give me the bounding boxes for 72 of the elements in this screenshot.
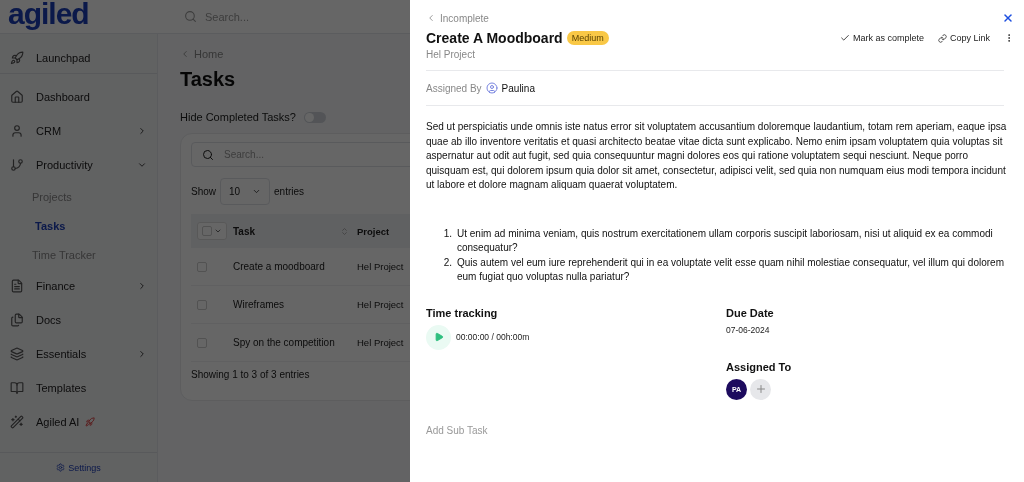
sidebar-item[interactable]: CRM	[36, 125, 62, 137]
play-button[interactable]	[426, 324, 451, 350]
close-button[interactable]	[1002, 12, 1014, 24]
sidebar-item[interactable]: Dashboard	[36, 91, 90, 103]
table-footer-text: Showing 1 to 3 of 3 entries	[191, 369, 310, 380]
play-icon	[433, 332, 444, 342]
avatar-icon	[485, 82, 498, 94]
assignee-name: Paulina	[501, 82, 535, 94]
page-size-select[interactable]: 10	[220, 178, 270, 205]
settings-icon	[56, 463, 66, 472]
section-title: Time tracking	[426, 306, 498, 319]
table-cell: Spy on the competition	[233, 337, 335, 348]
person-icon	[10, 124, 24, 138]
add-assignee-button[interactable]	[750, 378, 771, 400]
book-icon	[10, 381, 24, 395]
mark-complete-button[interactable]: Mark as complete	[839, 33, 924, 43]
select-all-checkbox[interactable]	[197, 222, 227, 240]
assigned-by-label: Assigned By	[426, 82, 482, 94]
rocket-icon	[10, 50, 24, 65]
sidebar-item[interactable]: Templates	[36, 382, 87, 394]
back-link[interactable]: Incomplete	[440, 12, 489, 24]
sidebar-item[interactable]: Essentials	[36, 348, 87, 360]
column-header[interactable]: Project	[357, 225, 390, 237]
table-cell: Create a moodboard	[233, 261, 325, 272]
page-title: Tasks	[180, 68, 236, 91]
time-text: 00:00:00 / 00h:00m	[456, 332, 530, 342]
table-cell: Hel Project	[357, 299, 404, 310]
table-cell: Wireframes	[233, 299, 285, 310]
priority-badge: Medium	[566, 31, 609, 45]
column-header[interactable]: Task	[233, 225, 256, 237]
settings-link[interactable]: Settings	[68, 462, 101, 473]
project-name: Hel Project	[426, 49, 1004, 71]
branch-icon	[10, 158, 24, 172]
sidebar-item[interactable]: Finance	[36, 280, 76, 292]
list-marker: 2.	[442, 255, 452, 270]
entries-label: entries	[274, 186, 305, 197]
sidebar-subitem[interactable]: Tasks	[0, 211, 157, 240]
link-icon	[937, 33, 947, 43]
sidebar-item[interactable]: Docs	[36, 314, 62, 326]
sidebar-item[interactable]: Launchpad	[36, 51, 91, 64]
house-icon	[10, 90, 24, 104]
document-icon	[10, 279, 24, 293]
caret-icon	[214, 227, 222, 235]
description-text: Sed ut perspiciatis unde omnis iste natus error sit voluptatem accusantium doloremque laudantium, totam rem aperiam, eaque ipsa quae ab illo inventore veritatis et quasi architecto beatae vitae dicta sunt explicabo. Nemo enim ipsam voluptatem quia voluptas sit aspernatur aut odit aut fugit, sed quia consequuntur magni dolores eos qui ratione voluptatem sequi nesciunt. Neque porro quisquam est, qui dolorem ipsum quia dolor sit amet, consectetur, adipisci velit, sed quia non numquam eius modi tempora incidunt ut labore et dolore magnam aliquam quaerat voluptatem.	[426, 120, 1008, 192]
list-item: Ut enim ad minima veniam, quis nostrum exercitationem ullam corporis suscipit laboriosam, nisi ut aliquid ex ea commodi consequatur?	[457, 226, 994, 255]
rocket-icon	[85, 417, 96, 427]
check-icon	[839, 33, 850, 43]
plus-icon	[754, 383, 767, 395]
sidebar-item[interactable]: Agiled AI	[36, 416, 80, 428]
magic-wand-icon	[10, 415, 24, 429]
table-cell: Hel Project	[357, 337, 404, 348]
table-cell: Hel Project	[357, 261, 404, 272]
sidebar-item[interactable]: Productivity	[36, 159, 93, 171]
layers-icon	[10, 347, 24, 361]
list-item: Quis autem vel eum iure reprehenderit qui in ea voluptate velit esse quam nihil molestiae consequatur, vel illum qui dolorem eum fugiat quo voluptas nulla pariatur?	[457, 255, 1005, 284]
logo: agiled	[7, 0, 90, 29]
add-subtask-link[interactable]: Add Sub Task	[426, 424, 488, 436]
task-title: Create A Moodboard	[426, 30, 563, 46]
due-date-value: 07-06-2024	[726, 324, 770, 335]
search-icon	[184, 10, 197, 23]
list-marker: 1.	[442, 226, 452, 241]
chevron-left-icon	[180, 49, 190, 59]
caret-icon	[252, 187, 261, 196]
search-icon	[202, 148, 214, 161]
chevron-left-icon	[426, 13, 436, 23]
section-title: Assigned To	[726, 360, 792, 373]
toggle-label: Hide Completed Tasks?	[180, 111, 296, 123]
copy-link-button[interactable]: Copy Link	[937, 33, 990, 43]
sort-icon[interactable]	[340, 226, 349, 236]
show-label: Show	[191, 186, 216, 197]
section-title: Due Date	[726, 306, 774, 319]
documents-icon	[10, 313, 24, 327]
